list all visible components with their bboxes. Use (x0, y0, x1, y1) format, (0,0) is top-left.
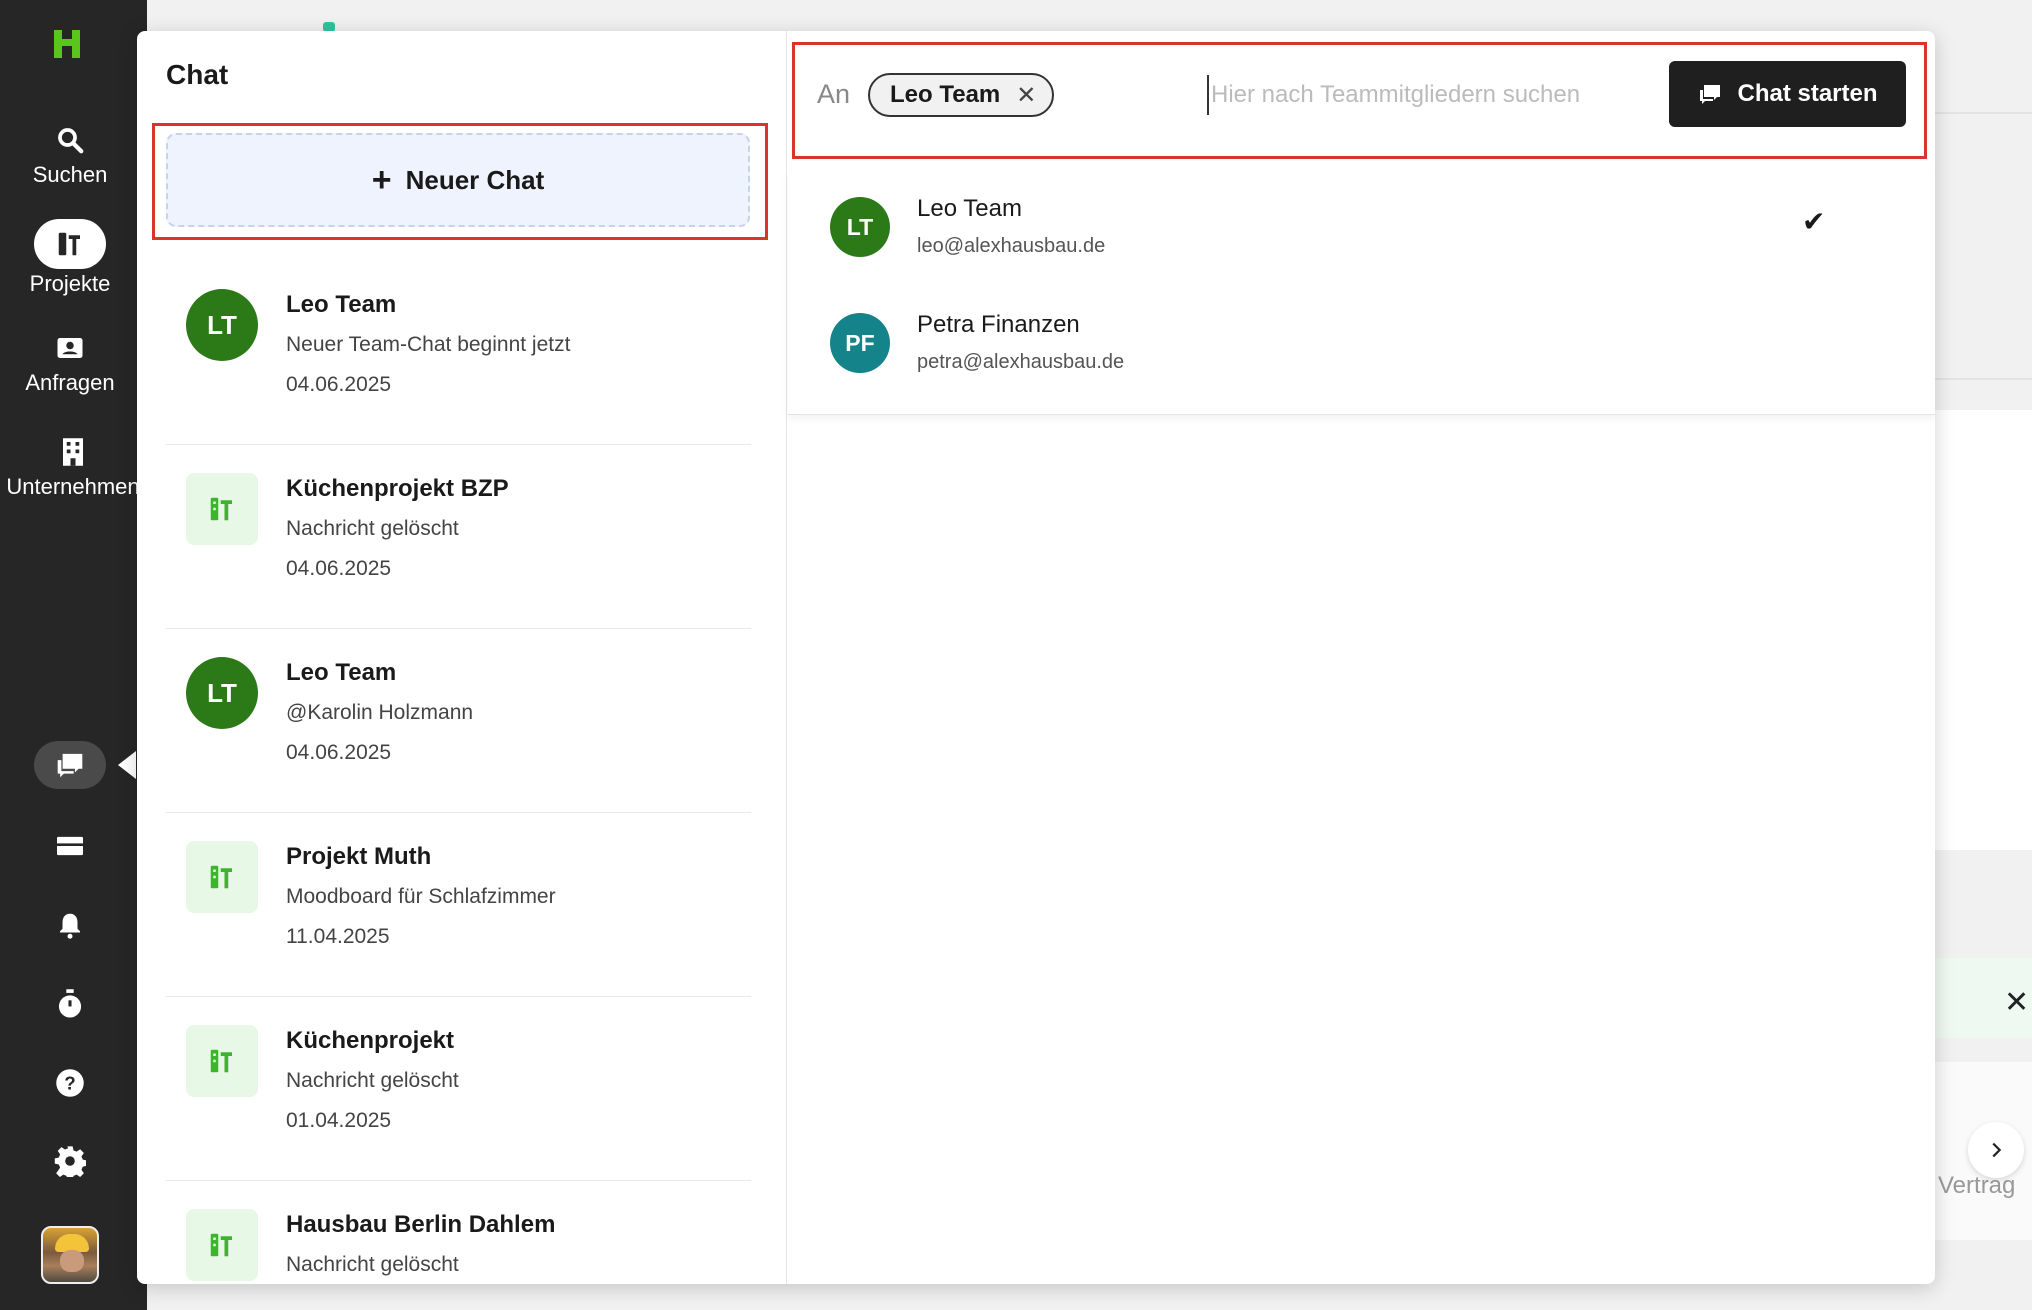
recipient-chip: Leo Team ✕ (868, 73, 1055, 117)
projects-icon (34, 219, 106, 269)
chat-name: Hausbau Berlin Dahlem (286, 1211, 556, 1238)
new-chat-label: Neuer Chat (405, 164, 545, 195)
chat-last-message: Nachricht gelöscht (286, 1069, 459, 1092)
chat-icon (1697, 82, 1723, 106)
member-result-item[interactable]: LT Leo Team leo@alexhausbau.de ✔ (788, 171, 1935, 287)
nav-settings-button[interactable] (34, 1137, 106, 1185)
checkmark-icon: ✔ (1802, 206, 1826, 237)
nav-timer-button[interactable] (34, 980, 106, 1028)
chat-list-item[interactable]: Küchenprojekt Nachricht gelöscht 01.04.2… (166, 997, 751, 1181)
help-icon: ? (56, 1069, 84, 1097)
chat-name: Küchenprojekt (286, 1027, 455, 1054)
nav-item-label: Projekte (29, 271, 111, 296)
start-chat-button[interactable]: Chat starten (1669, 61, 1906, 127)
chat-list: LT Leo Team Neuer Team-Chat beginnt jetz… (166, 261, 751, 1284)
avatar: PF (830, 313, 890, 373)
avatar: LT (186, 657, 258, 729)
project-icon (186, 841, 258, 913)
nav-help-button[interactable]: ? (34, 1059, 106, 1107)
nav-item-projekte[interactable]: Projekte (0, 219, 140, 297)
background-card (1935, 410, 2032, 850)
chat-name: Leo Team (286, 291, 397, 318)
background-divider (1935, 112, 2032, 114)
project-icon (186, 1025, 258, 1097)
remove-recipient-icon[interactable]: ✕ (1016, 81, 1036, 110)
nav-inbox-button[interactable] (34, 822, 106, 870)
chat-panel: Chat + Neuer Chat LT Leo Team Neuer Team… (137, 31, 1935, 1284)
chat-last-message: Moodboard für Schlafzimmer (286, 885, 556, 908)
chat-last-message: @Karolin Holzmann (286, 701, 474, 724)
background-divider (1935, 378, 2032, 380)
member-email: leo@alexhausbau.de (917, 235, 1106, 257)
project-icon (186, 1209, 258, 1281)
to-label: An (817, 79, 851, 109)
chat-list-item[interactable]: LT Leo Team Neuer Team-Chat beginnt jetz… (166, 261, 751, 445)
avatar: LT (830, 197, 890, 257)
chat-list-column: Chat + Neuer Chat LT Leo Team Neuer Team… (137, 31, 787, 1284)
nav-item-label: Suchen (32, 162, 108, 187)
chat-date: 04.06.2025 (286, 557, 392, 580)
panel-pointer (118, 751, 136, 779)
search-icon (52, 122, 88, 158)
chat-list-item[interactable]: Küchenprojekt BZP Nachricht gelöscht 04.… (166, 445, 751, 629)
member-email: petra@alexhausbau.de (917, 351, 1125, 373)
timer-icon (58, 989, 82, 1018)
company-icon (55, 434, 91, 470)
panel-title: Chat (166, 59, 229, 90)
member-result-item[interactable]: PF Petra Finanzen petra@alexhausbau.de (788, 287, 1935, 403)
member-name: Petra Finanzen (917, 311, 1080, 338)
brand-logo-icon[interactable] (52, 28, 88, 68)
project-icon (186, 473, 258, 545)
inbox-icon (57, 836, 83, 856)
gear-icon (54, 1146, 86, 1177)
chat-name: Leo Team (286, 659, 397, 686)
nav-notifications-button[interactable] (34, 901, 106, 949)
nav-item-anfragen[interactable]: Anfragen (0, 330, 140, 396)
chat-date: 11.04.2025 (286, 925, 390, 948)
compose-column: An Leo Team ✕ Chat starten LT Leo Team l… (788, 31, 1935, 1284)
chat-icon (57, 753, 83, 778)
avatar: LT (186, 289, 258, 361)
chat-list-item[interactable]: Hausbau Berlin Dahlem Nachricht gelöscht (166, 1181, 751, 1284)
chat-last-message: Nachricht gelöscht (286, 1253, 459, 1276)
member-results-dropdown: LT Leo Team leo@alexhausbau.de ✔ PF Petr… (788, 171, 1935, 415)
chat-date: 01.04.2025 (286, 1109, 392, 1132)
chat-name: Küchenprojekt BZP (286, 475, 509, 502)
member-name: Leo Team (917, 195, 1022, 222)
chat-last-message: Nachricht gelöscht (286, 517, 459, 540)
chevron-right-icon (1992, 1142, 2002, 1158)
chat-list-item[interactable]: LT Leo Team @Karolin Holzmann 04.06.2025 (166, 629, 751, 813)
nav-item-unternehmen[interactable]: Unternehmen (0, 434, 146, 500)
chat-last-message: Neuer Team-Chat beginnt jetzt (286, 333, 571, 356)
chat-list-item[interactable]: Projekt Muth Moodboard für Schlafzimmer … (166, 813, 751, 997)
nav-item-suchen[interactable]: Suchen (0, 122, 140, 188)
next-arrow-button[interactable] (1968, 1122, 2024, 1178)
requests-icon (52, 330, 88, 366)
nav-rail: Suchen Projekte Anfragen Unternehmen ? (0, 0, 147, 1310)
chat-name: Projekt Muth (286, 843, 432, 870)
chat-date: 04.06.2025 (286, 373, 392, 396)
start-chat-label: Chat starten (1737, 80, 1878, 107)
close-icon[interactable]: ✕ (2004, 985, 2029, 1020)
bell-icon (60, 913, 80, 939)
chat-date: 04.06.2025 (286, 741, 392, 764)
plus-icon: + (371, 160, 392, 199)
svg-text:?: ? (64, 1072, 75, 1093)
nav-item-label: Anfragen (25, 370, 115, 395)
user-avatar[interactable] (41, 1226, 99, 1284)
recipient-chip-label: Leo Team (890, 81, 1001, 108)
new-chat-button[interactable]: + Neuer Chat (166, 133, 750, 227)
nav-item-label: Unternehmen (6, 474, 140, 499)
nav-chat-button[interactable] (34, 741, 106, 789)
